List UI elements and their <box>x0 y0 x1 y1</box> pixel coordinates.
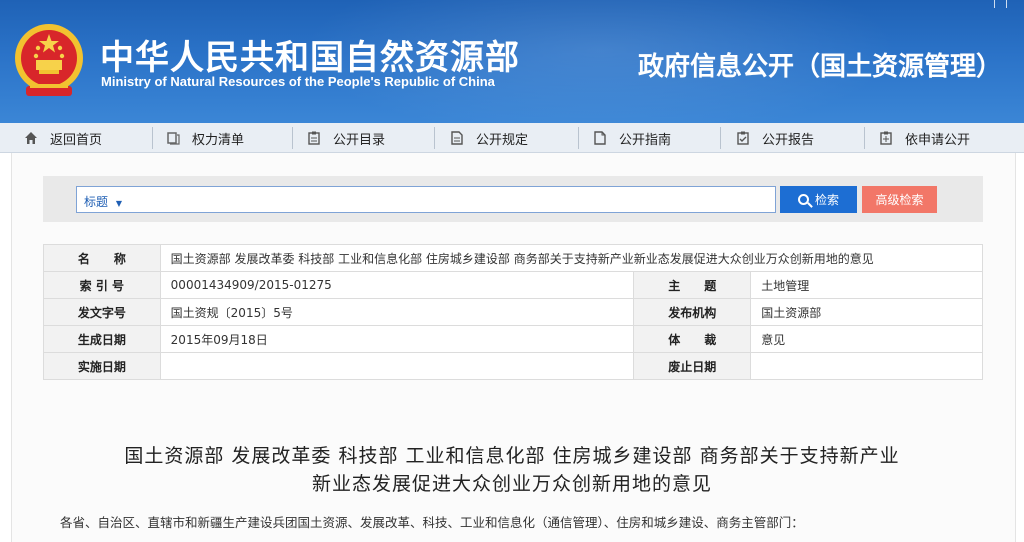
ministry-name-en: Ministry of Natural Resources of the Peo… <box>101 74 495 89</box>
article-title-line-1: 国土资源部 发展改革委 科技部 工业和信息化部 住房城乡建设部 商务部关于支持新… <box>124 445 900 467</box>
report-icon <box>736 131 750 145</box>
nav-item-home[interactable]: 返回首页 <box>24 123 102 153</box>
table-row: 索 引 号 00001434909/2015-01275 主 题 土地管理 <box>43 271 983 299</box>
nav-divider <box>292 127 293 149</box>
nav-item-label: 公开报告 <box>762 132 815 148</box>
document-icon <box>450 131 464 145</box>
value-index: 00001434909/2015-01275 <box>159 271 635 299</box>
home-icon <box>24 131 38 145</box>
table-row: 名 称 国土资源部 发展改革委 科技部 工业和信息化部 住房城乡建设部 商务部关… <box>43 244 984 272</box>
value-topic: 土地管理 <box>750 271 983 299</box>
value-issuer: 国土资源部 <box>750 298 983 326</box>
portal-title: 政府信息公开（国土资源管理） <box>637 52 1002 82</box>
nav-item-label: 公开规定 <box>476 132 529 148</box>
value-effective <box>159 352 635 380</box>
nav-item-power-list[interactable]: 权力清单 <box>166 123 244 153</box>
nav-item-rules[interactable]: 公开规定 <box>450 123 528 153</box>
label-genre: 体 裁 <box>633 325 752 353</box>
label-created: 生成日期 <box>43 325 161 353</box>
value-name: 国土资源部 发展改革委 科技部 工业和信息化部 住房城乡建设部 商务部关于支持新… <box>159 244 984 272</box>
label-effective: 实施日期 <box>43 352 161 380</box>
catalog-icon <box>307 131 321 145</box>
dropdown-arrow-icon: ▼ <box>115 199 122 208</box>
table-row: 生成日期 2015年09月18日 体 裁 意见 <box>43 325 983 353</box>
advanced-search-label: 高级检索 <box>875 193 924 207</box>
nav-divider <box>578 127 579 149</box>
nav-divider <box>720 127 721 149</box>
list-icon <box>166 131 180 145</box>
guide-icon <box>593 131 607 145</box>
label-abolish: 废止日期 <box>633 352 752 380</box>
site-header: | | 中华人民共和国自然资源部 Ministry of Natural Res… <box>0 0 1024 123</box>
nav-divider <box>152 127 153 149</box>
nav-item-guide[interactable]: 公开指南 <box>593 123 671 153</box>
table-row: 发文字号 国土资规〔2015〕5号 发布机构 国土资源部 <box>43 298 983 326</box>
search-icon <box>797 194 809 205</box>
nav-item-apply[interactable]: 依申请公开 <box>879 123 970 153</box>
search-button-label: 检索 <box>814 193 839 207</box>
application-icon <box>879 131 893 145</box>
ministry-name-cn: 中华人民共和国自然资源部 <box>100 38 520 78</box>
value-abolish <box>750 352 983 380</box>
search-button[interactable]: 检索 <box>780 186 857 213</box>
nav-item-label: 权力清单 <box>192 132 245 148</box>
advanced-search-button[interactable]: 高级检索 <box>862 186 937 213</box>
article-title-line-2: 新业态发展促进大众创业万众创新用地的意见 <box>311 473 712 495</box>
value-created: 2015年09月18日 <box>159 325 635 353</box>
nav-item-label: 公开指南 <box>619 132 672 148</box>
label-topic: 主 题 <box>633 271 752 299</box>
document-info-table: 名 称 国土资源部 发展改革委 科技部 工业和信息化部 住房城乡建设部 商务部关… <box>43 244 984 380</box>
nav-divider <box>864 127 865 149</box>
label-issuer: 发布机构 <box>633 298 752 326</box>
nav-item-label: 返回首页 <box>50 132 103 148</box>
nav-item-label: 公开目录 <box>333 132 386 148</box>
nav-item-report[interactable]: 公开报告 <box>736 123 814 153</box>
top-link[interactable]: | <box>993 0 999 9</box>
search-input[interactable] <box>76 186 776 213</box>
nav-divider <box>434 127 435 149</box>
table-row: 实施日期 废止日期 <box>43 352 983 380</box>
top-links: | | <box>987 0 1014 9</box>
national-emblem-icon[interactable] <box>12 20 86 100</box>
search-field-select[interactable]: 标题 ▼ <box>84 193 122 210</box>
value-genre: 意见 <box>750 325 983 353</box>
value-docno: 国土资规〔2015〕5号 <box>159 298 635 326</box>
label-name: 名 称 <box>43 244 161 272</box>
top-link[interactable]: | <box>1005 0 1008 9</box>
article-body-first-line: 各省、自治区、直辖市和新疆生产建设兵团国土资源、发展改革、科技、工业和信息化（通… <box>60 515 804 530</box>
label-index: 索 引 号 <box>43 271 161 299</box>
nav-item-label: 依申请公开 <box>905 132 971 148</box>
nav-item-catalog[interactable]: 公开目录 <box>307 123 385 153</box>
label-docno: 发文字号 <box>43 298 161 326</box>
search-field-label: 标题 <box>84 195 109 209</box>
main-nav: 返回首页 权力清单 公开目录 公开规定 公开指南 公开报告 依申请公开 <box>0 123 1024 153</box>
